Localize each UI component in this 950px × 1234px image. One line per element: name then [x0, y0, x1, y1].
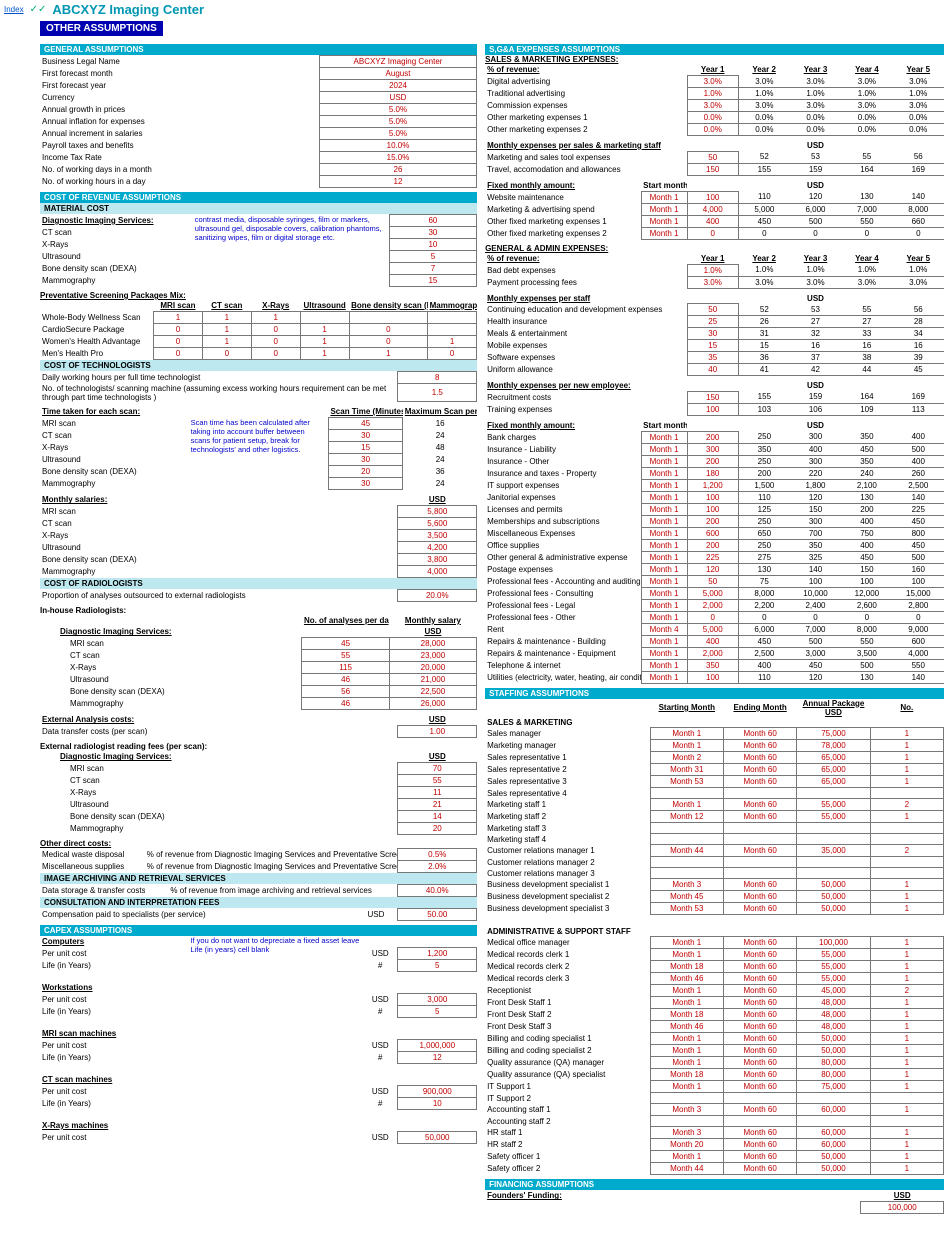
page-title: ABCXYZ Imaging Center — [52, 2, 204, 17]
dis-heading: Diagnostic Imaging Services: — [40, 215, 193, 227]
fin-subheading: Founders' Funding: — [485, 1190, 861, 1202]
main-heading: OTHER ASSUMPTIONS — [40, 21, 163, 36]
dis-note: contrast media, disposable syringes, fil… — [193, 215, 389, 287]
material-cost-header: MATERIAL COST — [40, 203, 477, 214]
crad-row: X-Rays — [40, 662, 302, 674]
psm-heading: Preventative Screening Packages Mix: — [40, 291, 477, 300]
staff-header: STAFFING ASSUMPTIONS — [485, 688, 944, 699]
crad-header: COST OF RADIOLOGISTS — [40, 578, 477, 589]
crad-row: Ultrasound — [40, 674, 302, 686]
iar-header: IMAGE ARCHIVING AND RETRIEVAL SERVICES — [40, 873, 477, 884]
left-column: GENERAL ASSUMPTIONS Business Legal NameA… — [40, 40, 477, 1214]
staff-sm-heading: SALES & MARKETING — [485, 717, 650, 728]
sga-header: S,G&A EXPENSES ASSUMPTIONS — [485, 44, 944, 55]
crad-row: Mammography — [40, 698, 302, 710]
gae-heading: GENERAL & ADMIN EXPENSES: — [485, 244, 944, 253]
crad-row: CT scan — [40, 650, 302, 662]
inhouse-heading: In-house Radiologists: — [40, 606, 477, 615]
cor-header: COST OF REVENUE ASSUMPTIONS — [40, 192, 477, 203]
dis-val[interactable]: 60 — [389, 215, 476, 227]
capex-header: CAPEX ASSUMPTIONS — [40, 925, 477, 936]
erf-heading: External radiologist reading fees (per s… — [40, 742, 477, 751]
general-assumptions-header: GENERAL ASSUMPTIONS — [40, 44, 477, 55]
cif-header: CONSULTATION AND INTERPRETATION FEES — [40, 897, 477, 908]
right-column: S,G&A EXPENSES ASSUMPTIONS SALES & MARKE… — [485, 40, 944, 1214]
sme-heading: SALES & MARKETING EXPENSES: — [485, 55, 944, 64]
msal-heading: Monthly salaries: — [40, 494, 398, 506]
crad-row: Bone density scan (DEXA) — [40, 686, 302, 698]
eac-heading: External Analysis costs: — [40, 714, 398, 726]
tts-heading: Time taken for each scan: — [40, 406, 189, 418]
staff-admin-heading: ADMINISTRATIVE & SUPPORT STAFF — [485, 926, 650, 937]
cot-header: COST OF TECHNOLOGISTS — [40, 360, 477, 371]
checkmarks: ✓✓ — [30, 6, 47, 14]
fin-header: FINANCING ASSUMPTIONS — [485, 1179, 944, 1190]
crad-row: MRI scan — [40, 638, 302, 650]
odc-heading: Other direct costs: — [40, 839, 477, 848]
index-link[interactable]: Index — [4, 5, 24, 14]
